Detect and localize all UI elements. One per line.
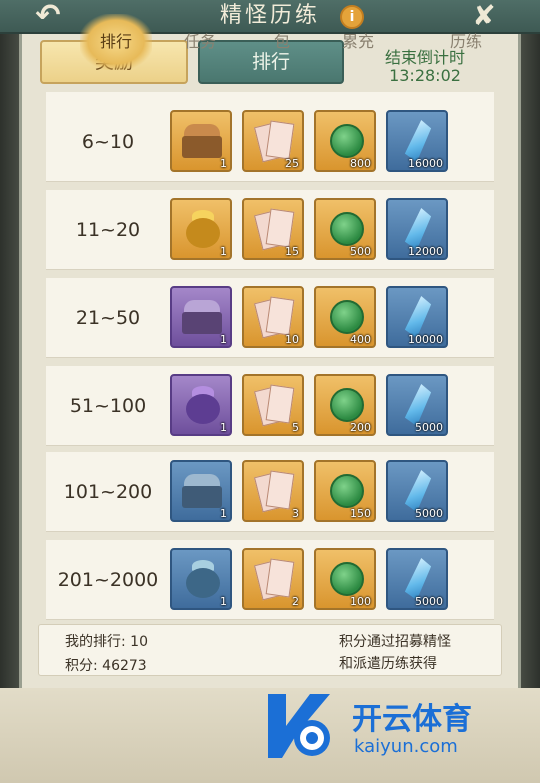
summon-scroll-icon: [252, 206, 296, 251]
summon-scroll-icon: [252, 118, 296, 163]
purple-bag-icon: [180, 382, 224, 426]
rank-range-label: 201~2000: [57, 569, 159, 591]
rank-range-label: 11~20: [75, 219, 141, 241]
summon-scroll-icon: [252, 382, 296, 427]
item-count: 400: [350, 333, 371, 346]
item-count: 16000: [408, 157, 443, 170]
score-hint-line1: 积分通过招募精怪: [339, 634, 451, 650]
blue-chest-icon: [180, 468, 224, 512]
item-count: 10: [285, 333, 299, 346]
list-header-strip: [46, 92, 494, 102]
jade-coin-icon: [324, 206, 368, 250]
reward-item-slot[interactable]: 5000: [386, 548, 448, 610]
bronze-chest-icon: [180, 118, 224, 162]
reward-item-slot[interactable]: 1: [170, 110, 232, 172]
reward-item-slot[interactable]: 800: [314, 110, 376, 172]
item-count: 5000: [415, 507, 443, 520]
summon-scroll-icon: [252, 468, 296, 513]
item-count: 500: [350, 245, 371, 258]
item-count: 800: [350, 157, 371, 170]
blue-crystal-icon: [396, 382, 440, 426]
blue-crystal-icon: [396, 468, 440, 512]
item-count: 1: [220, 157, 227, 170]
my-rank: 我的排行: 10: [65, 634, 148, 650]
item-count: 5: [292, 421, 299, 434]
reward-item-slot[interactable]: 12000: [386, 198, 448, 260]
reward-row: 201~2000 1 2 100 5000: [46, 540, 494, 620]
nav-bag[interactable]: 包: [246, 14, 318, 70]
reward-item-slot[interactable]: 15: [242, 198, 304, 260]
nav-ranking[interactable]: 排行: [80, 14, 152, 70]
reward-item-slot[interactable]: 5: [242, 374, 304, 436]
item-count: 200: [350, 421, 371, 434]
brand-logo-icon: [268, 694, 330, 758]
reward-item-slot[interactable]: 1: [170, 548, 232, 610]
gold-bag-icon: [180, 206, 224, 250]
rank-range-label: 21~50: [75, 307, 141, 329]
item-count: 3: [292, 507, 299, 520]
reward-item-slot[interactable]: 2: [242, 548, 304, 610]
reward-item-slot[interactable]: 3: [242, 460, 304, 522]
reward-item-slot[interactable]: 25: [242, 110, 304, 172]
item-count: 15: [285, 245, 299, 258]
item-count: 5000: [415, 595, 443, 608]
my-info-box: 我的排行: 10 积分: 46273 积分通过招募精怪 和派遣历练获得: [38, 624, 502, 676]
rank-range-label: 6~10: [81, 131, 135, 153]
score-hint-line2: 和派遣历练获得: [339, 656, 437, 672]
reward-item-slot[interactable]: 1: [170, 198, 232, 260]
item-count: 1: [220, 245, 227, 258]
item-count: 10000: [408, 333, 443, 346]
watermark-brand: 开云体育: [352, 702, 472, 737]
reward-item-slot[interactable]: 16000: [386, 110, 448, 172]
blue-crystal-icon: [396, 118, 440, 162]
reward-item-slot[interactable]: 1: [170, 286, 232, 348]
reward-row: 51~100 1 5 200 5000: [46, 366, 494, 446]
blue-crystal-icon: [396, 206, 440, 250]
nav-recharge[interactable]: 累充: [322, 14, 394, 70]
my-score: 积分: 46273: [65, 658, 147, 674]
item-count: 2: [292, 595, 299, 608]
reward-item-slot[interactable]: 500: [314, 198, 376, 260]
rank-range-label: 51~100: [69, 395, 147, 417]
reward-item-slot[interactable]: 1: [170, 460, 232, 522]
item-count: 5000: [415, 421, 443, 434]
purple-chest-icon: [180, 294, 224, 338]
jade-coin-icon: [324, 468, 368, 512]
watermark-url: kaiyun.com: [354, 736, 458, 757]
nav-training[interactable]: 历练: [430, 14, 502, 70]
reward-item-slot[interactable]: 100: [314, 548, 376, 610]
summon-scroll-icon: [252, 294, 296, 339]
reward-item-slot[interactable]: 400: [314, 286, 376, 348]
jade-coin-icon: [324, 382, 368, 426]
jade-coin-icon: [324, 118, 368, 162]
reward-item-slot[interactable]: 10: [242, 286, 304, 348]
item-count: 1: [220, 333, 227, 346]
item-count: 1: [220, 421, 227, 434]
reward-item-slot[interactable]: 5000: [386, 374, 448, 436]
item-count: 100: [350, 595, 371, 608]
item-count: 25: [285, 157, 299, 170]
reward-item-slot[interactable]: 200: [314, 374, 376, 436]
reward-row: 11~20 1 15 500 12000: [46, 190, 494, 270]
reward-item-slot[interactable]: 10000: [386, 286, 448, 348]
nav-tasks[interactable]: 任务: [164, 14, 236, 70]
item-count: 150: [350, 507, 371, 520]
blue-crystal-icon: [396, 556, 440, 600]
item-count: 1: [220, 595, 227, 608]
reward-row: 21~50 1 10 400 10000: [46, 278, 494, 358]
rank-range-label: 101~200: [63, 481, 153, 503]
summon-scroll-icon: [252, 556, 296, 601]
item-count: 1: [220, 507, 227, 520]
reward-row: 101~200 1 3 150 5000: [46, 452, 494, 532]
item-count: 12000: [408, 245, 443, 258]
reward-item-slot[interactable]: 5000: [386, 460, 448, 522]
blue-bag-icon: [180, 556, 224, 600]
reward-row: 6~10 1 25 800 16000: [46, 102, 494, 182]
reward-item-slot[interactable]: 1: [170, 374, 232, 436]
jade-coin-icon: [324, 294, 368, 338]
reward-item-slot[interactable]: 150: [314, 460, 376, 522]
jade-coin-icon: [324, 556, 368, 600]
blue-crystal-icon: [396, 294, 440, 338]
